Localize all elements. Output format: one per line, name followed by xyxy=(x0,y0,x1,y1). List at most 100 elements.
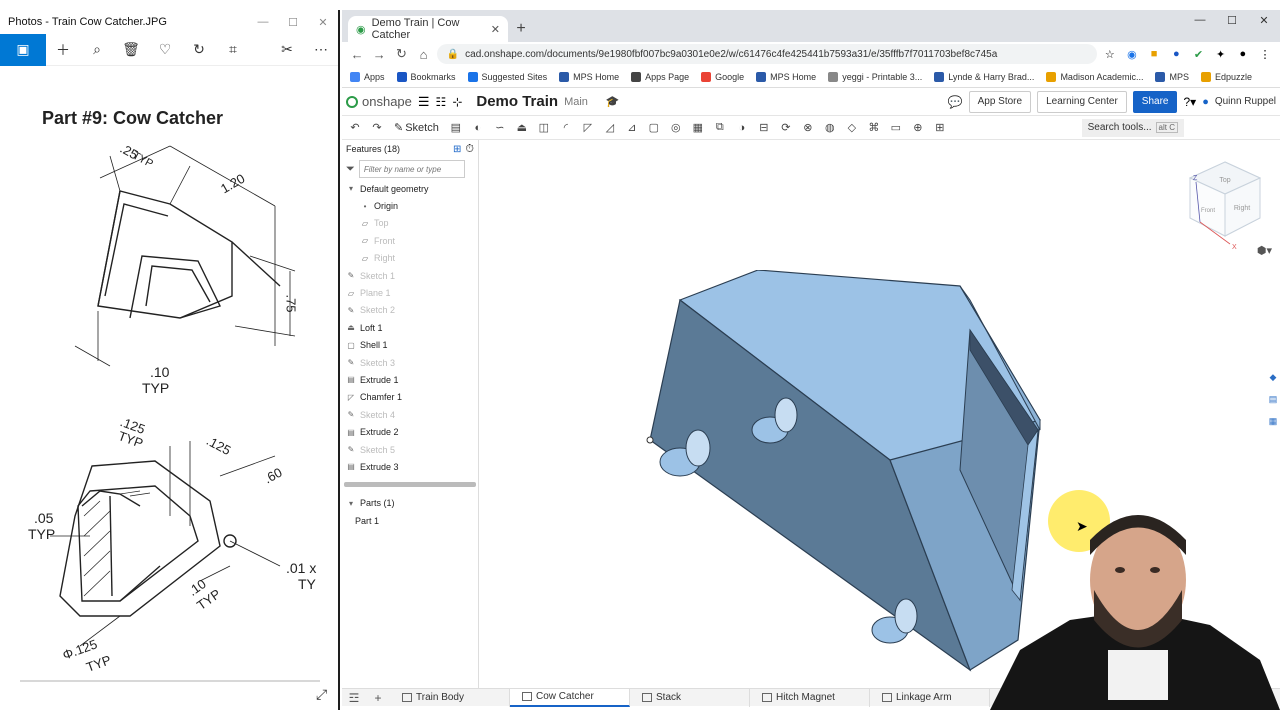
bill-of-materials-icon[interactable]: ▦ xyxy=(1266,414,1280,428)
redo-icon[interactable]: ↷ xyxy=(368,119,386,137)
configurations-icon[interactable]: ▤ xyxy=(1266,392,1280,406)
expand-icon[interactable]: ⤢ xyxy=(316,686,332,702)
extension-icon[interactable]: ■ xyxy=(1145,46,1163,62)
user-name[interactable]: Quinn Ruppel xyxy=(1215,96,1276,107)
default-geometry-group[interactable]: ▾ Default geometry xyxy=(342,180,478,197)
tab-hitch-magnet[interactable]: Hitch Magnet xyxy=(750,688,870,707)
feature-item[interactable]: ▤ Extrude 2 xyxy=(342,423,478,440)
helix-icon[interactable]: ⌘ xyxy=(865,119,883,137)
bookmark-item[interactable]: Lynde & Harry Brad... xyxy=(934,71,1034,82)
help-icon[interactable]: ?▾ xyxy=(1183,95,1196,109)
more-icon[interactable]: ⋯ xyxy=(304,34,338,66)
transform-icon[interactable]: ⟳ xyxy=(777,119,795,137)
feature-item[interactable]: ✎ Sketch 1 xyxy=(342,267,478,284)
forward-icon[interactable]: → xyxy=(370,47,388,62)
feature-item[interactable]: ✎ Sketch 3 xyxy=(342,354,478,371)
rib-icon[interactable]: ⊿ xyxy=(623,119,641,137)
back-icon[interactable]: ← xyxy=(348,47,366,62)
search-tools-button[interactable]: Search tools... alt C xyxy=(1081,118,1184,137)
draft-icon[interactable]: ◿ xyxy=(601,119,619,137)
rollback-bar[interactable] xyxy=(344,481,476,487)
thicken-icon[interactable]: ◫ xyxy=(535,119,553,137)
zoom-icon[interactable]: ⌕ xyxy=(80,34,114,66)
comments-icon[interactable]: 💬 xyxy=(948,95,963,109)
fillet-icon[interactable]: ◜ xyxy=(557,119,575,137)
tab-cow-catcher[interactable]: Cow Catcher xyxy=(510,688,630,707)
bookmark-item[interactable]: yeggi - Printable 3... xyxy=(828,71,922,82)
feature-item[interactable]: ▱ Right xyxy=(342,250,478,267)
sweep-icon[interactable]: ∽ xyxy=(491,119,509,137)
appearance-icon[interactable]: ◆ xyxy=(1266,370,1280,384)
tab-linkage-arm[interactable]: Linkage Arm xyxy=(870,688,990,707)
feature-item[interactable]: ▢ Shell 1 xyxy=(342,337,478,354)
boolean-icon[interactable]: ◑ xyxy=(733,119,751,137)
bookmark-item[interactable]: Apps Page xyxy=(631,71,689,82)
view-cube[interactable]: Top Front Right X Z xyxy=(1180,152,1270,252)
tab-manager-icon[interactable]: ☲ xyxy=(342,691,366,705)
bookmark-item[interactable]: Apps xyxy=(350,71,385,82)
branch-label[interactable]: Main xyxy=(564,96,588,108)
url-field[interactable]: 🔒 cad.onshape.com/documents/9e1980fbf007… xyxy=(436,44,1097,64)
bookmark-item[interactable]: Edpuzzle xyxy=(1201,71,1252,82)
feature-item[interactable]: ✎ Sketch 2 xyxy=(342,302,478,319)
split-icon[interactable]: ⊟ xyxy=(755,119,773,137)
bookmark-item[interactable]: Bookmarks xyxy=(396,71,456,82)
loft-icon[interactable]: ⏏ xyxy=(513,119,531,137)
part-item[interactable]: Part 1 xyxy=(342,512,478,529)
app-store-button[interactable]: App Store xyxy=(968,90,1032,113)
reload-icon[interactable]: ↻ xyxy=(392,46,410,62)
section-view-icon[interactable]: ⊞ xyxy=(931,119,949,137)
new-tab-icon[interactable]: + xyxy=(508,16,534,42)
mirror-icon[interactable]: ⧉ xyxy=(711,119,729,137)
close-tab-icon[interactable]: ✕ xyxy=(491,23,500,36)
bookmark-item[interactable]: Google xyxy=(701,71,744,82)
feature-item[interactable]: ▱ Front xyxy=(342,232,478,249)
education-icon[interactable]: 🎓 xyxy=(606,95,620,108)
bookmark-item[interactable]: MPS Home xyxy=(756,71,816,82)
minimize-icon[interactable]: — xyxy=(248,16,278,28)
avatar[interactable]: ● xyxy=(1234,46,1252,62)
filter-icon[interactable]: ⏷ xyxy=(346,163,355,176)
bookmark-item[interactable]: MPS xyxy=(1155,71,1189,82)
feature-item[interactable]: ⏏ Loft 1 xyxy=(342,319,478,336)
share-button[interactable]: Share xyxy=(1132,90,1178,113)
feature-item[interactable]: ✎ Sketch 4 xyxy=(342,406,478,423)
bookmark-item[interactable]: MPS Home xyxy=(559,71,619,82)
favorite-icon[interactable]: ♡ xyxy=(148,34,182,66)
extensions-puzzle-icon[interactable]: ✦ xyxy=(1212,46,1230,62)
extension-icon[interactable]: ✔ xyxy=(1189,46,1207,62)
add-tab-icon[interactable]: + xyxy=(366,691,390,705)
minimize-icon[interactable]: — xyxy=(1184,10,1216,30)
browser-tab[interactable]: ◉ Demo Train | Cow Catcher ✕ xyxy=(348,16,508,42)
measure-icon[interactable]: ⊕ xyxy=(909,119,927,137)
view-options-icon[interactable]: ⬢▾ xyxy=(1257,244,1272,257)
document-name[interactable]: Demo Train xyxy=(476,93,558,110)
delete-part-icon[interactable]: ⊗ xyxy=(799,119,817,137)
variables-icon[interactable]: ⊹ xyxy=(452,95,462,109)
add-icon[interactable]: ＋ xyxy=(46,34,80,66)
sheet-metal-icon[interactable]: ▭ xyxy=(887,119,905,137)
close-icon[interactable]: ✕ xyxy=(1248,10,1280,30)
filter-input[interactable] xyxy=(358,160,465,178)
feature-item[interactable]: ◸ Chamfer 1 xyxy=(342,389,478,406)
user-icon[interactable]: ● xyxy=(1202,96,1209,108)
view-photo-icon[interactable]: ▣ xyxy=(0,33,46,66)
shell-icon[interactable]: ▢ xyxy=(645,119,663,137)
delete-icon[interactable]: 🗑 xyxy=(114,34,148,66)
extension-icon[interactable]: ● xyxy=(1167,46,1185,62)
revolve-icon[interactable]: ◐ xyxy=(469,119,487,137)
rotate-icon[interactable]: ↻ xyxy=(182,34,216,66)
crop-icon[interactable]: ⌗ xyxy=(216,34,250,66)
learning-center-button[interactable]: Learning Center xyxy=(1037,90,1127,113)
feature-item[interactable]: ▱ Top xyxy=(342,215,478,232)
plane-icon[interactable]: ◇ xyxy=(843,119,861,137)
sketch-button[interactable]: ✎ Sketch xyxy=(390,121,443,135)
hamburger-icon[interactable]: ☰ xyxy=(418,94,430,110)
extrude-icon[interactable]: ▤ xyxy=(447,119,465,137)
feature-list-icon[interactable]: ☷ xyxy=(436,95,447,109)
star-icon[interactable]: ☆ xyxy=(1101,46,1119,62)
chamfer-icon[interactable]: ◸ xyxy=(579,119,597,137)
close-icon[interactable]: ✕ xyxy=(308,16,338,29)
add-feature-icon[interactable]: ⊞ xyxy=(453,144,461,155)
tab-stack[interactable]: Stack xyxy=(630,688,750,707)
